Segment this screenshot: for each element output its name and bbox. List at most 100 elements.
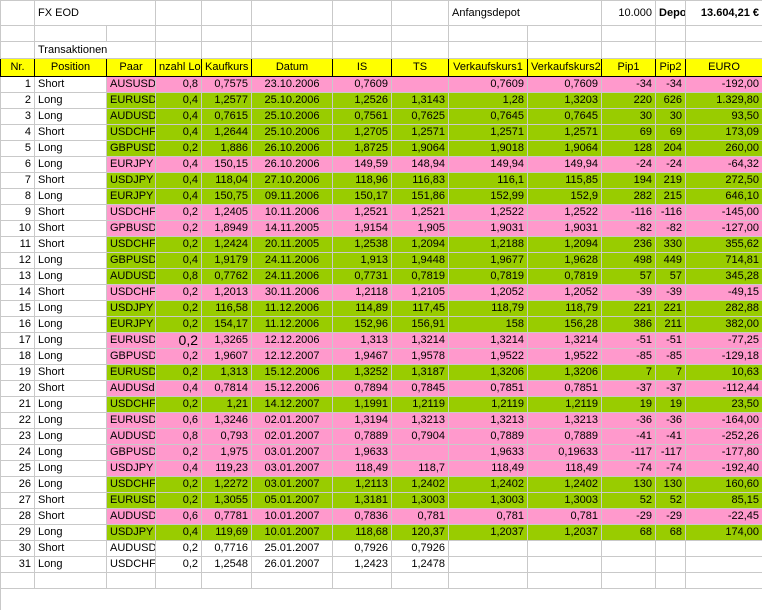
cell-pip2[interactable]: 215: [655, 188, 687, 205]
cell-verkaufskurs1[interactable]: 0,7819: [448, 268, 529, 285]
cell-nr[interactable]: 8: [0, 188, 35, 205]
cell-pip1[interactable]: -29: [601, 508, 657, 525]
cell-nr[interactable]: 3: [0, 108, 35, 125]
cell-pip1[interactable]: 52: [601, 492, 657, 509]
cell-position[interactable]: Short: [34, 76, 107, 93]
header-paar[interactable]: Paar: [105, 58, 157, 77]
cell-is[interactable]: 1,913: [332, 252, 393, 269]
empty-cell[interactable]: [155, 572, 203, 589]
cell-pip1[interactable]: 194: [601, 172, 657, 189]
cell-pip2[interactable]: 7: [655, 364, 687, 381]
cell-verkaufskurs2[interactable]: [527, 556, 603, 573]
cell-euro[interactable]: -145,00: [685, 204, 762, 221]
cell-datum[interactable]: 26.10.2006: [251, 140, 334, 157]
cell-euro[interactable]: 646,10: [685, 188, 762, 205]
cell-ts[interactable]: 118,7: [391, 460, 450, 477]
cell-verkaufskurs1[interactable]: 1,2052: [448, 284, 529, 301]
cell-verkaufskurs2[interactable]: 149,94: [527, 156, 603, 173]
cell-datum[interactable]: 30.11.2006: [251, 284, 334, 301]
cell-lots[interactable]: 0,8: [155, 76, 203, 93]
cell-lots[interactable]: 0,4: [155, 460, 203, 477]
cell-verkaufskurs2[interactable]: 1,3213: [527, 412, 603, 429]
cell-nr[interactable]: 15: [0, 300, 35, 317]
cell-paar[interactable]: AUDUSd: [105, 380, 157, 397]
cell-nr[interactable]: 7: [0, 172, 35, 189]
cell-pip1[interactable]: 130: [601, 476, 657, 493]
cell-euro[interactable]: 1.329,80: [685, 92, 762, 109]
cell-is[interactable]: 118,68: [332, 524, 393, 541]
cell-verkaufskurs2[interactable]: 118,79: [527, 300, 603, 317]
cell-ts[interactable]: 1,2521: [391, 204, 450, 221]
cell-verkaufskurs1[interactable]: 1,3213: [448, 412, 529, 429]
cell-nr[interactable]: 23: [0, 428, 35, 445]
cell-ts[interactable]: [391, 76, 450, 93]
cell-euro[interactable]: 85,15: [685, 492, 762, 509]
cell-nr[interactable]: 30: [0, 540, 35, 557]
cell-nr[interactable]: 29: [0, 524, 35, 541]
cell-kaufkurs[interactable]: 0,793: [201, 428, 253, 445]
cell-paar[interactable]: EURUSD: [105, 412, 157, 429]
cell-ts[interactable]: 1,3213: [391, 412, 450, 429]
cell-kaufkurs[interactable]: 1,886: [201, 140, 253, 157]
cell-pip1[interactable]: -51: [601, 332, 657, 349]
cell-kaufkurs[interactable]: 1,2577: [201, 92, 253, 109]
cell-pip2[interactable]: -117: [655, 444, 687, 461]
cell-paar[interactable]: EURUSD: [105, 92, 157, 109]
cell-pip1[interactable]: 30: [601, 108, 657, 125]
cell-lots[interactable]: 0,4: [155, 156, 203, 173]
cell-pip1[interactable]: 7: [601, 364, 657, 381]
cell-is[interactable]: 0,7894: [332, 380, 393, 397]
cell-pip1[interactable]: 282: [601, 188, 657, 205]
cell-ts[interactable]: 0,7926: [391, 540, 450, 557]
cell-euro[interactable]: -77,25: [685, 332, 762, 349]
cell-ts[interactable]: 1,2105: [391, 284, 450, 301]
cell-is[interactable]: 118,96: [332, 172, 393, 189]
cell-euro[interactable]: 714,81: [685, 252, 762, 269]
cell-pip1[interactable]: 220: [601, 92, 657, 109]
cell-is[interactable]: 114,89: [332, 300, 393, 317]
cell-verkaufskurs2[interactable]: 1,3203: [527, 92, 603, 109]
cell-euro[interactable]: -64,32: [685, 156, 762, 173]
cell-ts[interactable]: 1,2571: [391, 124, 450, 141]
cell-kaufkurs[interactable]: 1,2272: [201, 476, 253, 493]
cell-lots[interactable]: 0,8: [155, 268, 203, 285]
cell-datum[interactable]: 23.10.2006: [251, 76, 334, 93]
cell-datum[interactable]: 14.12.2007: [251, 396, 334, 413]
depot-value[interactable]: 13.604,21 €: [685, 0, 762, 26]
cell-nr[interactable]: 1: [0, 76, 35, 93]
cell-is[interactable]: 0,7609: [332, 76, 393, 93]
cell-lots[interactable]: 0,2: [155, 444, 203, 461]
cell-lots[interactable]: 0,2: [155, 236, 203, 253]
cell-position[interactable]: Long: [34, 444, 107, 461]
cell-ts[interactable]: 0,7625: [391, 108, 450, 125]
cell-paar[interactable]: USDCHF: [105, 476, 157, 493]
cell-pip1[interactable]: 19: [601, 396, 657, 413]
cell-kaufkurs[interactable]: 119,23: [201, 460, 253, 477]
cell-pip1[interactable]: 69: [601, 124, 657, 141]
cell-kaufkurs[interactable]: 0,7814: [201, 380, 253, 397]
cell-paar[interactable]: AUDUSD: [105, 540, 157, 557]
cell-position[interactable]: Short: [34, 204, 107, 221]
cell-lots[interactable]: 0,2: [155, 332, 203, 349]
cell-kaufkurs[interactable]: 1,2424: [201, 236, 253, 253]
cell-position[interactable]: Short: [34, 172, 107, 189]
cell-kaufkurs[interactable]: 116,58: [201, 300, 253, 317]
cell-pip2[interactable]: -36: [655, 412, 687, 429]
cell-pip1[interactable]: -117: [601, 444, 657, 461]
cell-lots[interactable]: 0,2: [155, 284, 203, 301]
cell-verkaufskurs2[interactable]: 156,28: [527, 316, 603, 333]
cell-is[interactable]: 1,3181: [332, 492, 393, 509]
cell-euro[interactable]: 272,50: [685, 172, 762, 189]
cell-nr[interactable]: 27: [0, 492, 35, 509]
header-position[interactable]: Position: [34, 58, 107, 77]
cell-verkaufskurs1[interactable]: 1,2119: [448, 396, 529, 413]
cell-nr[interactable]: 28: [0, 508, 35, 525]
cell-pip1[interactable]: 386: [601, 316, 657, 333]
header-kaufkurs[interactable]: Kaufkurs: [201, 58, 253, 77]
cell-position[interactable]: Long: [34, 476, 107, 493]
cell-position[interactable]: Short: [34, 284, 107, 301]
cell-kaufkurs[interactable]: 1,2013: [201, 284, 253, 301]
cell-is[interactable]: 1,2705: [332, 124, 393, 141]
header-ts[interactable]: TS: [391, 58, 450, 77]
cell-lots[interactable]: 0,4: [155, 172, 203, 189]
